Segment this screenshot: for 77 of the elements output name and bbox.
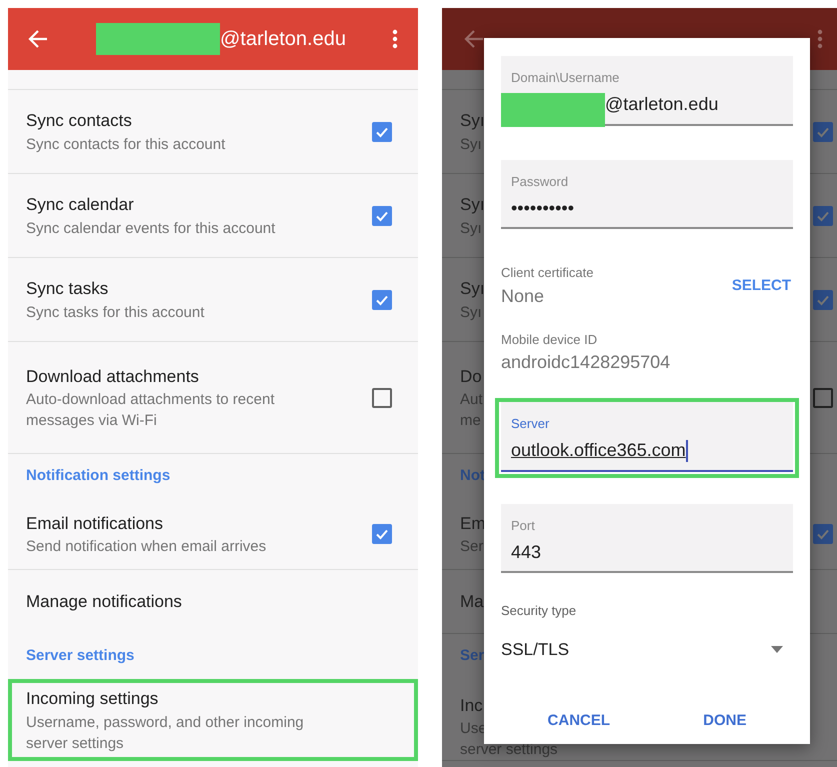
check-icon [816,527,830,541]
section-heading: Server settings [26,646,134,666]
setting-title: Email notifications [26,512,164,535]
text-field[interactable]: Port 443 [501,504,793,573]
text-field[interactable]: Server outlook.office365.com [501,402,793,472]
setting-title: Do [460,366,483,388]
field-value: outlook.office365.com [511,439,686,462]
field-label: Port [511,516,536,534]
unchecked-checkbox[interactable] [372,388,392,408]
field-label: Domain\Username [511,69,620,87]
setting-description: Sync tasks for this account [26,302,204,323]
setting-description: Aut [460,390,483,410]
field-value: 443 [511,540,542,564]
setting-description: Send notification when email arrives [26,537,266,558]
checked-checkbox[interactable] [372,122,392,142]
setting-description: Sync contacts for this account [26,134,226,155]
account-title: @tarleton.edu [220,27,346,52]
checked-checkbox[interactable] [372,290,392,310]
dialog-button[interactable]: CANCEL [540,706,618,736]
back-arrow-icon[interactable] [28,30,48,48]
text-field[interactable]: Domain\Username @tarleton.edu [501,56,793,126]
dropdown-caret-icon [771,646,783,653]
checked-checkbox[interactable] [813,290,833,310]
setting-title: Em [460,512,486,535]
info-label: Security type [501,602,578,620]
info-label: Mobile device ID [501,330,598,348]
setting-description: Syı [460,302,483,323]
checked-checkbox[interactable] [813,206,833,226]
checked-checkbox[interactable] [813,524,833,544]
setting-description: Syı [460,218,483,239]
setting-description: Sync calendar events for this account [26,218,276,239]
field-value: @tarleton.edu [605,93,718,116]
setting-title: Ma [460,590,484,613]
setting-description: Auto-download attachments to recent messages via Wi-Fi [26,390,276,432]
field-label: Server [511,415,550,433]
back-arrow-icon [464,30,484,48]
field-label: Password [511,172,570,190]
section-heading: Not [460,466,485,486]
checked-checkbox[interactable] [372,524,392,544]
setting-title: Sync tasks [26,278,110,300]
security-type-dropdown[interactable]: SSL/TLS [501,636,793,662]
text-field[interactable]: Password •••••••••• [501,160,793,229]
setting-title: Syı [460,110,485,132]
setting-description: Syı [460,134,483,155]
setting-title: Incoming settings [26,688,160,710]
setting-title: Inc [460,694,484,716]
setting-item[interactable]: Sync calendar Sync calendar events for this account [26,192,276,239]
setting-title: Syı [460,278,485,300]
select-button[interactable]: SELECT [732,275,791,298]
setting-title: Syı [460,194,485,216]
section-heading: Ser [460,646,484,666]
setting-description: me [460,411,482,432]
info-value: None [501,284,546,308]
section-heading: Notification settings [26,466,170,486]
checked-checkbox[interactable] [813,122,833,142]
more-options-icon[interactable] [392,29,398,49]
setting-item[interactable]: Manage notifications [8,570,418,634]
info-value: androidc1428295704 [501,351,670,374]
field-value: •••••••••• [511,196,574,220]
setting-item[interactable]: Email notifications Send notification when email arrives [26,510,266,558]
highlighted-setting-item[interactable]: Incoming settings Username, password, and other incoming server settings [8,679,418,761]
setting-description: Username, password, and other incoming server settings [26,712,305,754]
setting-item[interactable]: Sync tasks Sync tasks for this account [26,276,204,323]
dialog-button[interactable]: DONE [695,706,754,736]
check-icon [375,527,389,541]
setting-description: Ser [460,537,484,558]
checked-checkbox[interactable] [372,206,392,226]
info-label: Client certificate [501,264,594,282]
more-options-icon [817,29,823,49]
setting-title: Sync contacts [26,110,133,132]
setting-title: Manage notifications [26,591,183,614]
setting-item[interactable]: Sync contacts Sync contacts for this account [26,108,226,155]
setting-item[interactable]: Download attachments Auto-download attachments to recent messages via Wi-Fi [26,364,316,432]
text-cursor-icon [686,440,688,462]
setting-title: Download attachments [26,366,200,388]
unchecked-checkbox[interactable] [813,388,833,408]
setting-title: Sync calendar [26,194,135,216]
